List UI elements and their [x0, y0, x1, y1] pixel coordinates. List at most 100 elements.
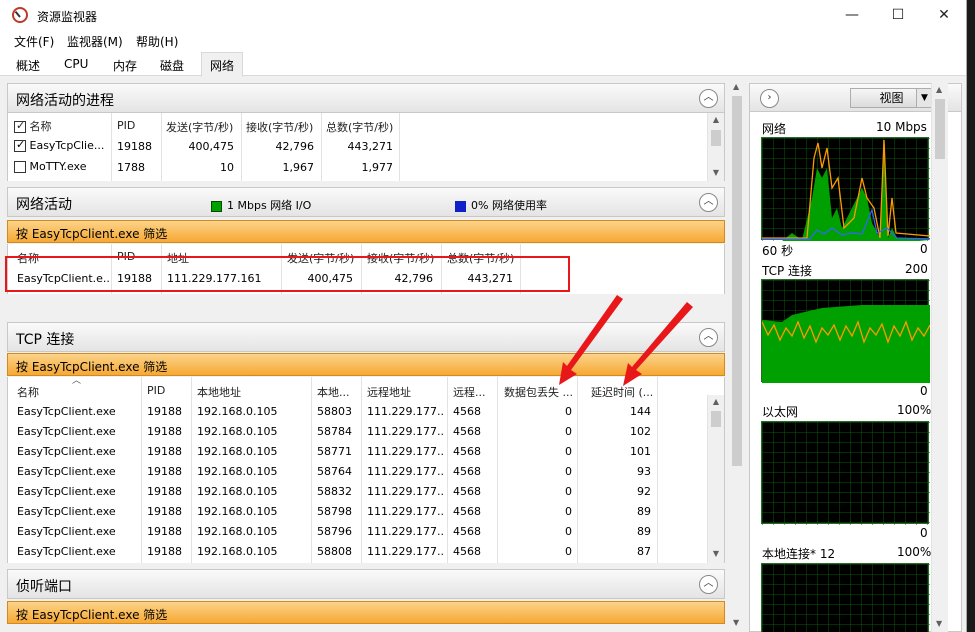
graph-label-local-connection: 本地连接* 12 — [762, 547, 836, 561]
tcp-cell-lat: 144 — [630, 405, 651, 418]
tcp-cell-rport: 4568 — [453, 485, 481, 498]
listening-ports-section-header[interactable]: 侦听端口 ︿ — [7, 569, 725, 599]
tcp-cell-name: EasyTcpClient.exe — [17, 425, 116, 438]
graph-min-tcp: 0 — [920, 384, 928, 398]
tcp-cell-rport: 4568 — [453, 465, 481, 478]
tcp-cell-laddr: 192.168.0.105 — [197, 425, 278, 438]
menu-monitor[interactable]: 监视器(M) — [67, 33, 123, 50]
red-arrow-right — [623, 302, 693, 386]
tcp-cell-lport: 58803 — [317, 405, 352, 418]
minimize-button[interactable]: — — [829, 0, 875, 31]
legend-usage-swatch — [455, 200, 466, 212]
left-pane: 网络活动的进程 ︿ 名称 PID 发送(字节/秒) 接收(字节/秒) 总数(字节… — [5, 80, 727, 632]
graph-label-network: 网络 — [762, 122, 787, 136]
network-graph — [761, 137, 931, 241]
col-header-recv[interactable]: 接收(字节/秒) — [246, 119, 313, 135]
tcp-cell-loss: 0 — [565, 505, 572, 518]
tcp-cell-loss: 0 — [565, 525, 572, 538]
collapse-up-icon[interactable]: ︿ — [699, 575, 718, 594]
network-activity-title: 网络活动 — [16, 197, 72, 213]
col-header-local-port[interactable]: 本地... — [317, 384, 357, 400]
tcp-cell-lport: 58832 — [317, 485, 352, 498]
tcp-cell-name: EasyTcpClient.exe — [17, 485, 116, 498]
col-header-pid[interactable]: PID — [147, 384, 165, 397]
tcp-cell-pid: 19188 — [147, 405, 182, 418]
tcp-cell-raddr: 111.229.177.... — [367, 545, 445, 558]
legend-usage-label: 0% 网络使用率 — [471, 199, 547, 212]
process-checkbox[interactable] — [14, 161, 26, 173]
tcp-cell-laddr: 192.168.0.105 — [197, 545, 278, 558]
tcp-cell-name: EasyTcpClient.exe — [17, 465, 116, 478]
menu-file[interactable]: 文件(F) — [14, 33, 54, 50]
expand-right-icon[interactable]: › — [760, 89, 779, 108]
col-header-name[interactable]: 名称 — [17, 384, 39, 400]
tab-bar: 概述 CPU 内存 磁盘 网络 — [0, 51, 966, 77]
graphs-scrollbar[interactable]: ▲ ▼ — [931, 83, 948, 632]
tcp-cell-name: EasyTcpClient.exe — [17, 505, 116, 518]
ethernet-graph — [761, 421, 930, 525]
legend-io-swatch — [211, 200, 222, 212]
tcp-cell-lat: 87 — [637, 545, 651, 558]
col-header-total[interactable]: 总数(字节/秒) — [326, 119, 393, 135]
select-all-checkbox[interactable] — [14, 119, 26, 133]
tcp-cell-lat: 101 — [630, 445, 651, 458]
graph-max-network: 10 Mbps — [876, 120, 927, 134]
col-header-remote-address[interactable]: 远程地址 — [367, 384, 411, 400]
network-activity-section-header[interactable]: 网络活动 1 Mbps 网络 I/O 0% 网络使用率 ︿ — [7, 187, 725, 217]
tcp-cell-lport: 58798 — [317, 505, 352, 518]
tab-network[interactable]: 网络 — [201, 52, 244, 77]
tcp-cell-pid: 19188 — [147, 505, 182, 518]
graph-max-ethernet: 100% — [897, 403, 932, 417]
tcp-cell-rport: 4568 — [453, 545, 481, 558]
tcp-cell-lport: 58796 — [317, 525, 352, 538]
tcp-cell-loss: 0 — [565, 405, 572, 418]
tab-memory[interactable]: 内存 — [105, 54, 145, 76]
filter-text: 按 EasyTcpClient.exe 筛选 — [16, 227, 168, 241]
tcp-cell-lport: 58808 — [317, 545, 352, 558]
graph-max-tcp: 200 — [905, 262, 928, 276]
tcp-cell-lat: 89 — [637, 505, 651, 518]
processes-section-title: 网络活动的进程 — [16, 93, 114, 109]
tcp-cell-pid: 19188 — [147, 465, 182, 478]
menu-help[interactable]: 帮助(H) — [136, 33, 178, 50]
tab-cpu[interactable]: CPU — [56, 54, 96, 76]
tcp-cell-pid: 19188 — [147, 485, 182, 498]
collapse-up-icon[interactable]: ︿ — [699, 328, 718, 347]
tcp-cell-raddr: 111.229.177.... — [367, 525, 445, 538]
tcp-cell-laddr: 192.168.0.105 — [197, 525, 278, 538]
filter-text: 按 EasyTcpClient.exe 筛选 — [16, 608, 168, 622]
sort-ascending-icon: ︿ — [72, 377, 82, 386]
main-scrollbar[interactable]: ▲ ▼ — [729, 80, 746, 632]
tcp-cell-name: EasyTcpClient.exe — [17, 545, 116, 558]
tcp-cell-laddr: 192.168.0.105 — [197, 465, 278, 478]
tcp-cell-raddr: 111.229.177.... — [367, 405, 445, 418]
collapse-up-icon[interactable]: ︿ — [699, 193, 718, 212]
tcp-cell-lport: 58764 — [317, 465, 352, 478]
tab-disk[interactable]: 磁盘 — [152, 54, 192, 76]
resource-monitor-icon — [12, 7, 28, 23]
tcp-scrollbar[interactable]: ▲ ▼ — [707, 395, 724, 563]
tcp-cell-loss: 0 — [565, 485, 572, 498]
close-button[interactable]: ✕ — [921, 0, 966, 31]
tab-overview[interactable]: 概述 — [8, 54, 48, 76]
col-header-remote-port[interactable]: 远程... — [453, 384, 493, 400]
tcp-cell-laddr: 192.168.0.105 — [197, 405, 278, 418]
col-header-name[interactable]: 名称 — [14, 118, 52, 134]
window-title: 资源监视器 — [37, 10, 98, 24]
tcp-cell-rport: 4568 — [453, 405, 481, 418]
annotation-arrows — [559, 295, 693, 386]
collapse-up-icon[interactable]: ︿ — [699, 89, 718, 108]
tcp-cell-pid: 19188 — [147, 445, 182, 458]
resource-monitor-window: 资源监视器 — ☐ ✕ 文件(F) 监视器(M) 帮助(H) 概述 CPU 内存… — [0, 0, 967, 632]
col-header-pid[interactable]: PID — [117, 119, 135, 132]
process-checkbox[interactable] — [14, 139, 26, 152]
maximize-button[interactable]: ☐ — [875, 0, 921, 31]
processes-section-header[interactable]: 网络活动的进程 ︿ — [7, 83, 725, 113]
tcp-cell-loss: 0 — [565, 465, 572, 478]
tcp-section-title: TCP 连接 — [16, 332, 75, 348]
tcp-table: ︿ 名称 PID 本地地址 本地... 远程地址 远程... 数据包丢失 ...… — [7, 377, 725, 563]
tcp-cell-rport: 4568 — [453, 505, 481, 518]
processes-scrollbar[interactable]: ▲ ▼ — [707, 113, 724, 181]
col-header-send[interactable]: 发送(字节/秒) — [166, 119, 233, 135]
col-header-local-address[interactable]: 本地地址 — [197, 384, 241, 400]
